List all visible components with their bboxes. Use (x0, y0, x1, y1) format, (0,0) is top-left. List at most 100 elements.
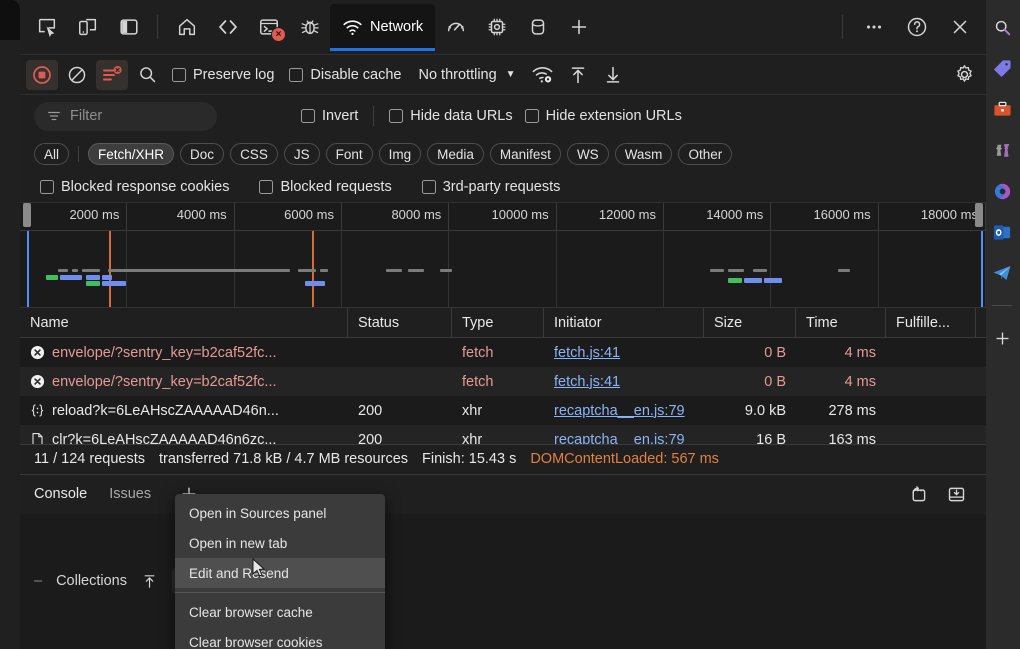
import-har-button[interactable] (562, 60, 594, 90)
dock-drawer-button[interactable] (940, 479, 972, 509)
menu-item-clear-browser-cache[interactable]: Clear browser cache (175, 597, 385, 627)
invert-checkbox[interactable]: Invert (295, 108, 364, 124)
export-har-button[interactable] (597, 60, 629, 90)
initiator-link[interactable]: fetch.js:41 (554, 345, 620, 361)
inspect-element-button[interactable] (26, 7, 67, 47)
overview-gridline (557, 231, 664, 307)
type-filter-other[interactable]: Other (678, 143, 733, 165)
type-filter-js[interactable]: JS (283, 143, 320, 165)
table-row[interactable]: clr?k=6LeAHscZAAAAAD46n6zc... 200 xhr recap… (20, 425, 986, 444)
table-body: envelope/?sentry_key=b2caf52fc... fetch fe… (20, 338, 986, 444)
network-conditions-button[interactable] (527, 60, 559, 90)
overview-right-handle[interactable] (975, 203, 983, 227)
help-button[interactable] (896, 7, 937, 47)
column-header-initiator[interactable]: Initiator (544, 308, 704, 337)
type-filter-media[interactable]: Media (427, 143, 484, 165)
cell-type: fetch (462, 344, 494, 361)
initiator-link[interactable]: recaptcha__en.js:79 (554, 432, 685, 444)
network-status-bar: 11 / 124 requests transferred 71.8 kB / … (20, 443, 986, 474)
overview-bar (160, 269, 290, 272)
overview-bar (82, 269, 100, 272)
menu-item-open-in-sources-panel[interactable]: Open in Sources panel (175, 498, 385, 528)
table-row[interactable]: reload?k=6LeAHscZAAAAAD46n... 200 xhr recap… (20, 396, 986, 425)
network-overview-timeline[interactable]: 2000 ms 4000 ms 6000 ms 8000 ms 10000 ms 1200… (20, 203, 986, 308)
blocked-response-cookies-checkbox[interactable]: Blocked response cookies (34, 179, 235, 195)
type-filter-font[interactable]: Font (325, 143, 373, 165)
briefcase-icon[interactable] (989, 96, 1015, 122)
type-filter-ws[interactable]: WS (566, 143, 609, 165)
request-name: clr?k=6LeAHscZAAAAAD46n6zc... (52, 431, 277, 444)
filter-toggle-button[interactable] (96, 59, 128, 90)
initiator-link[interactable]: recaptcha__en.js:79 (554, 403, 685, 419)
overview-tick: 8000 ms (342, 203, 450, 230)
disable-cache-checkbox[interactable]: Disable cache (283, 67, 407, 83)
more-options-button[interactable] (853, 7, 894, 47)
clear-button[interactable] (61, 60, 93, 90)
cell-type: fetch (462, 373, 494, 390)
drawer-tab-issues[interactable]: Issues (109, 486, 151, 502)
3rd-party-requests-checkbox[interactable]: 3rd-party requests (416, 179, 567, 195)
telegram-icon[interactable] (989, 260, 1015, 286)
shopping-tag-icon[interactable] (989, 55, 1015, 81)
initiator-link[interactable]: fetch.js:41 (554, 374, 620, 390)
tab-elements[interactable] (207, 7, 248, 47)
drawer-tab-console[interactable]: Console (34, 486, 87, 502)
transferred-size: transferred 71.8 kB / 4.7 MB resources (158, 451, 409, 467)
tab-console[interactable]: × (248, 7, 289, 47)
timeline-end-marker (981, 231, 983, 307)
column-header-fulfille-[interactable]: Fulfille... (886, 308, 976, 337)
add-tool-icon[interactable] (989, 325, 1015, 351)
cell-fulfilled (886, 396, 976, 425)
overview-tick: 16000 ms (771, 203, 879, 230)
hide-data-urls-checkbox[interactable]: Hide data URLs (383, 108, 518, 124)
type-filter-img[interactable]: Img (378, 143, 422, 165)
hide-extension-urls-checkbox[interactable]: Hide extension URLs (519, 108, 688, 124)
type-filter-wasm[interactable]: Wasm (614, 143, 673, 165)
tab-memory[interactable] (476, 7, 517, 47)
filter-icon (48, 111, 60, 121)
type-filter-fetch-xhr[interactable]: Fetch/XHR (88, 143, 175, 165)
tab-application[interactable] (517, 7, 558, 47)
column-header-name[interactable]: Name (20, 308, 348, 337)
column-header-size[interactable]: Size (704, 308, 796, 337)
tab-network[interactable]: Network (330, 3, 436, 51)
tab-performance[interactable] (435, 7, 476, 47)
blocked-requests-checkbox[interactable]: Blocked requests (253, 179, 397, 195)
copilot-icon[interactable] (989, 178, 1015, 204)
menu-item-open-in-new-tab[interactable]: Open in new tab (175, 528, 385, 558)
network-settings-button[interactable] (948, 60, 980, 90)
type-filter-manifest[interactable]: Manifest (489, 143, 561, 165)
create-live-expression-button[interactable] (902, 479, 934, 509)
tab-more-tabs[interactable] (558, 7, 599, 47)
overview-left-handle[interactable] (23, 203, 31, 227)
preserve-log-checkbox[interactable]: Preserve log (166, 67, 280, 83)
tab-sources[interactable] (289, 7, 330, 47)
search-icon[interactable] (989, 14, 1015, 40)
column-header-type[interactable]: Type (452, 308, 544, 337)
type-filter-doc[interactable]: Doc (180, 143, 225, 165)
type-filter-all[interactable]: All (34, 143, 70, 165)
table-row[interactable]: envelope/?sentry_key=b2caf52fc... fetch fe… (20, 338, 986, 367)
games-icon[interactable] (989, 137, 1015, 163)
table-row[interactable]: envelope/?sentry_key=b2caf52fc... fetch fe… (20, 367, 986, 396)
search-button[interactable] (131, 60, 163, 90)
overview-ruler: 2000 ms 4000 ms 6000 ms 8000 ms 10000 ms 1200… (20, 203, 986, 231)
column-header-time[interactable]: Time (796, 308, 886, 337)
filter-input[interactable]: Filter (34, 101, 217, 131)
device-toolbar-button[interactable] (67, 7, 108, 47)
drawer-import-icon[interactable] (141, 573, 158, 590)
sidebar-toggle-button[interactable] (108, 7, 149, 47)
menu-item-clear-browser-cookies[interactable]: Clear browser cookies (175, 627, 385, 649)
menu-item-edit-and-resend[interactable]: Edit and Resend (175, 558, 385, 588)
tab-home[interactable] (166, 7, 207, 47)
column-header-status[interactable]: Status (348, 308, 452, 337)
overview-bar (408, 269, 424, 272)
type-filter-css[interactable]: CSS (230, 143, 278, 165)
close-devtools-button[interactable] (939, 7, 980, 47)
throttling-select[interactable]: No throttling ▼ (410, 63, 523, 87)
collections-expand-icon[interactable]: ‒ (34, 573, 42, 589)
error-icon (30, 345, 45, 360)
outlook-icon[interactable] (989, 219, 1015, 245)
record-button[interactable] (26, 59, 58, 90)
overview-bar (86, 275, 100, 280)
